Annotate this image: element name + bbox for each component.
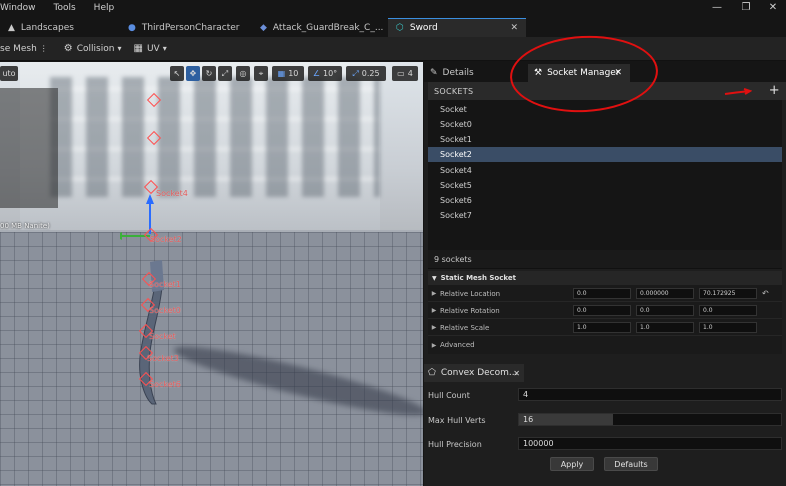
uv-icon: ▦ [133,43,143,54]
animation-icon: ◆ [260,22,267,33]
tab-sword[interactable]: ⬡ Sword ✕ [388,18,526,37]
relative-location-row: ▶ Relative Location 0.0 0.000000 70.1729… [428,286,782,302]
menu-help[interactable]: Help [94,3,115,13]
list-item[interactable]: Socket7 [428,208,782,223]
socket-list: Socket Socket0 Socket1 Socket2 Socket4 S… [428,100,782,250]
add-socket-button[interactable]: + [769,82,780,100]
relative-rotation-row: ▶ Relative Rotation 0.0 0.0 0.0 [428,303,782,319]
convex-icon: ⬠ [428,368,436,378]
menu-tools[interactable]: Tools [54,3,76,13]
grid-snap-button[interactable]: ▦ 10 [272,66,304,81]
rotate-tool-icon[interactable]: ↻ [202,66,216,81]
defaults-button[interactable]: Defaults [604,457,658,471]
tab-convex-decomposition[interactable]: ⬠ Convex Decom... ✕ [424,364,524,382]
chevron-right-icon: ▶ [431,341,437,349]
scale-snap-button[interactable]: ⤢ 0.25 [346,66,386,81]
tab-thirdpersoncharacter[interactable]: ● ThirdPersonCharacter [120,18,250,37]
socket-label: Socket4 [156,189,188,198]
angle-icon: ∠ [312,69,320,78]
coordinate-space-icon[interactable]: ◎ [236,66,250,81]
hull-count-field[interactable]: 4 [518,388,782,401]
nanite-info-text: 00 MB Nanite) [0,222,50,230]
slider-fill [519,414,614,425]
mesh-button[interactable]: se Mesh ⋮ [0,44,48,54]
viewport[interactable]: 00 MB Nanite) uto ↖ ✥ ↻ ⤢ ◎ ⌖ ▦ 10 ∠ 10° ⤢… [0,62,423,486]
hull-precision-field[interactable]: 100000 [518,437,782,450]
sword-mesh[interactable] [120,82,210,422]
socket-details: ▼ Static Mesh Socket ▶ Relative Location… [428,271,782,354]
list-item[interactable]: Socket1 [428,132,782,147]
right-panel: ✎ Details ⚒ Socket Manager ✕ SOCKETS + S… [424,62,786,486]
close-window-button[interactable]: ✕ [760,0,786,16]
scale-z-field[interactable]: 1.0 [699,322,757,333]
list-item[interactable]: Socket6 [428,193,782,208]
chevron-right-icon[interactable]: ▶ [428,324,440,331]
restore-button[interactable]: ❐ [733,0,759,16]
angle-snap-button[interactable]: ∠ 10° [308,66,342,81]
rotation-z-field[interactable]: 0.0 [699,305,757,316]
max-hull-verts-slider[interactable]: 16 [518,413,782,426]
close-icon[interactable]: ✕ [510,23,518,33]
tab-attack-guardbreak[interactable]: ◆ Attack_GuardBreak_C_... [252,18,386,37]
camera-icon: ▭ [397,69,405,78]
translate-tool-icon[interactable]: ✥ [186,66,200,81]
apply-button[interactable]: Apply [550,457,594,471]
location-x-field[interactable]: 0.0 [573,288,631,299]
view-mode-button[interactable]: uto [0,66,18,81]
character-icon: ● [128,22,136,33]
editor-toolbar: se Mesh ⋮ ⚙ Collision ▾ ▦ UV ▾ [0,37,786,61]
reset-icon[interactable]: ↶ [762,289,769,298]
static-mesh-icon: ⬡ [396,23,404,33]
document-tab-bar: ▲ Landscapes ● ThirdPersonCharacter ◆ At… [0,16,786,37]
pencil-icon: ✎ [430,68,438,78]
socket-count: 9 sockets [428,250,782,269]
grid-icon: ▦ [277,69,286,78]
location-y-field[interactable]: 0.000000 [636,288,694,299]
menu-window[interactable]: Window [0,3,36,13]
relative-scale-row: ▶ Relative Scale 1.0 1.0 1.0 [428,320,782,336]
socket-label: Socket6 [149,380,181,389]
tab-landscapes[interactable]: ▲ Landscapes [0,18,118,37]
socket-label: Socket1 [149,280,181,289]
chevron-down-icon: ▾ [117,44,122,53]
chevron-right-icon[interactable]: ▶ [428,290,440,297]
scale-y-field[interactable]: 1.0 [636,322,694,333]
camera-speed-button[interactable]: ▭ 4 [392,66,418,81]
list-item-selected[interactable]: Socket2 [428,147,782,162]
rotation-x-field[interactable]: 0.0 [573,305,631,316]
collision-button[interactable]: ⚙ Collision ▾ [64,43,122,54]
rotation-y-field[interactable]: 0.0 [636,305,694,316]
list-item[interactable]: Socket0 [428,117,782,132]
stats-overlay [0,88,58,208]
location-z-field[interactable]: 70.172925 [699,288,757,299]
surface-snap-icon[interactable]: ⌖ [254,66,268,81]
close-icon[interactable]: ✕ [513,369,520,378]
socket-label: Socket3 [147,354,179,363]
chevron-down-icon: ▾ [162,44,167,53]
socket-label: Socket0 [149,306,181,315]
list-item[interactable]: Socket4 [428,163,782,178]
socket-label: Socket2 [150,235,182,244]
convex-decomposition-panel: Hull Count 4 Max Hull Verts 16 Hull Prec… [424,382,786,486]
landscape-icon: ▲ [8,22,15,33]
scale-tool-icon[interactable]: ⤢ [218,66,232,81]
section-header[interactable]: ▼ Static Mesh Socket [428,271,782,285]
uv-button[interactable]: ▦ UV ▾ [133,43,166,54]
menu-bar: Window Tools Help [0,0,786,16]
minimize-button[interactable]: — [704,0,730,16]
collision-icon: ⚙ [63,43,73,54]
select-tool-icon[interactable]: ↖ [170,66,184,81]
chevron-right-icon[interactable]: ▶ [428,307,440,314]
socket-label: Socket [149,332,176,341]
scale-x-field[interactable]: 1.0 [573,322,631,333]
scale-snap-icon: ⤢ [352,68,359,78]
annotation-arrow [724,88,752,95]
list-item[interactable]: Socket5 [428,178,782,193]
tab-details[interactable]: ✎ Details [424,64,520,82]
advanced-row[interactable]: ▶ Advanced [428,337,782,353]
more-options-icon: ⋮ [39,44,48,53]
chevron-down-icon: ▼ [432,274,437,282]
